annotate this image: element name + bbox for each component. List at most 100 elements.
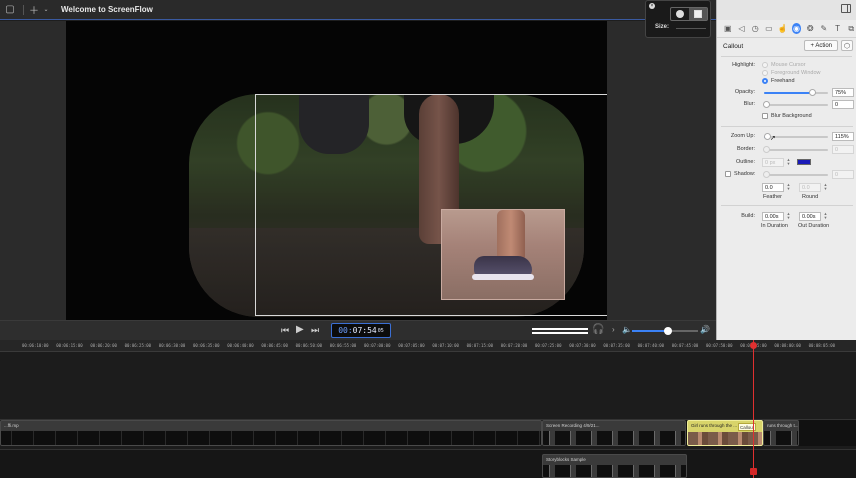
media-library-tab-icon[interactable]: ⧉	[846, 23, 856, 34]
volume-low-icon: 🔈	[622, 325, 632, 334]
touch-callout-tab-icon[interactable]: ☝	[778, 23, 788, 34]
panel-top-bar	[717, 0, 856, 20]
feather-field[interactable]: 0.0	[762, 183, 784, 192]
ruler-tick: 00:07:50:00	[706, 343, 733, 348]
chevron-down-icon[interactable]: ⌄	[39, 3, 53, 17]
timeline-ruler[interactable]: 00:06:10:00 00:06:15:00 00:06:20:00 00:06:2…	[0, 340, 856, 352]
highlight-mouse-cursor-option[interactable]: Mouse Cursor	[762, 62, 806, 68]
freehand-callout-highlight[interactable]	[441, 209, 565, 300]
timecode-display[interactable]: 00: 07:54 05	[331, 323, 391, 338]
close-icon[interactable]: ×	[649, 3, 655, 9]
playhead-foot[interactable]	[750, 468, 757, 475]
radio-icon	[762, 70, 768, 76]
ruler-tick: 00:06:25:00	[124, 343, 152, 348]
canvas-area[interactable]	[0, 21, 716, 320]
video-motion-tab-icon[interactable]: ◷	[750, 23, 760, 34]
sidebar-toggle-icon[interactable]: ▢	[3, 3, 17, 17]
ruler-tick: 00:08:00:00	[774, 343, 801, 348]
outline-field[interactable]: 0 px	[762, 158, 784, 167]
audio-properties-tab-icon[interactable]: ◁	[737, 23, 747, 34]
blur-slider[interactable]	[763, 101, 828, 108]
rewind-icon[interactable]: ⏮	[281, 325, 289, 336]
border-field[interactable]: 0	[832, 145, 854, 154]
round-field[interactable]: 0.0	[799, 183, 821, 192]
square-icon	[694, 10, 702, 18]
out-duration-field[interactable]: 0.00s	[799, 212, 821, 221]
size-slider[interactable]	[676, 28, 706, 29]
title-bar: ▢ ＋ ⌄ Welcome to ScreenFlow	[0, 0, 716, 20]
chevron-right-icon[interactable]: ›	[612, 325, 615, 334]
text-tab-icon[interactable]: T	[833, 23, 843, 34]
screenflow-window: ▢ ＋ ⌄ Welcome to ScreenFlow × Size: ▣ ◁ …	[0, 0, 856, 478]
highlight-row-3: Freehand	[717, 77, 856, 87]
shadow-checkbox[interactable]: Shadow:	[725, 171, 755, 177]
round-stepper[interactable]: ▲ ▼	[823, 183, 828, 192]
video-preview[interactable]	[66, 21, 607, 320]
opacity-row: Opacity: 75%	[717, 88, 856, 98]
blur-background-checkbox[interactable]: Blur Background	[762, 113, 812, 119]
out-duration-stepper[interactable]: ▲ ▼	[823, 212, 828, 221]
fast-forward-icon[interactable]: ⏭	[311, 325, 319, 336]
callout-tab-icon[interactable]: ◉	[791, 23, 802, 34]
ruler-tick: 00:07:45:00	[671, 343, 699, 348]
transport-bar: ⏮ ▶ ⏭ 00: 07:54 05 🎧 › 🔈 🔊	[0, 320, 716, 340]
ruler-tick: 00:06:50:00	[295, 343, 323, 348]
outline-color-well[interactable]	[797, 159, 811, 165]
screen-recording-tab-icon[interactable]: ▭	[764, 23, 774, 34]
headphones-icon[interactable]: 🎧	[592, 324, 604, 335]
volume-slider[interactable]	[632, 327, 698, 335]
ruler-tick: 00:07:25:00	[535, 343, 562, 348]
shape-segmented-control[interactable]	[670, 7, 708, 21]
radio-icon	[762, 62, 768, 68]
round-label: Round	[802, 194, 819, 200]
annotations-tab-icon[interactable]: ✎	[819, 23, 829, 34]
size-popover[interactable]: × Size:	[645, 0, 711, 38]
audio-level-meter	[532, 328, 588, 334]
square-shape-option[interactable]	[689, 8, 707, 20]
shadow-field[interactable]: 0	[832, 170, 854, 179]
feather-stepper[interactable]: ▲ ▼	[786, 183, 791, 192]
track-2[interactable]: Storyblocks Sample	[0, 449, 856, 478]
shadow-slider[interactable]	[763, 171, 828, 178]
filters-tab-icon[interactable]: ❂	[805, 23, 815, 34]
play-icon[interactable]: ▶	[296, 324, 304, 335]
cube-icon[interactable]: ⬡	[841, 40, 853, 51]
border-slider[interactable]	[763, 146, 828, 153]
checkbox-icon	[762, 113, 768, 119]
ruler-tick: 00:06:20:00	[90, 343, 117, 348]
in-duration-stepper[interactable]: ▲ ▼	[786, 212, 791, 221]
girl-running-clip-continued[interactable]: runs through t...	[763, 420, 799, 446]
storyblocks-clip[interactable]: Storyblocks Sample	[542, 454, 687, 478]
blur-field[interactable]: 0	[832, 100, 854, 109]
ruler-tick: 00:06:55:00	[329, 343, 357, 348]
circle-shape-option[interactable]	[671, 8, 689, 20]
track-1[interactable]: ...ffi.mp Screen Recording 4/9/21... Gir…	[0, 419, 856, 446]
in-duration-field[interactable]: 0.00s	[762, 212, 784, 221]
blur-row: Blur: 0	[717, 100, 856, 110]
ruler-tick: 00:07:15:00	[466, 343, 494, 348]
left-clip[interactable]: ...ffi.mp	[0, 420, 542, 446]
timeline[interactable]: 00:06:10:00 00:06:15:00 00:06:20:00 00:06:2…	[0, 340, 856, 478]
outline-stepper[interactable]: ▲ ▼	[786, 158, 791, 167]
ruler-tick: 00:06:10:00	[22, 343, 49, 348]
opacity-slider[interactable]	[764, 89, 828, 96]
playhead[interactable]	[753, 340, 754, 478]
ruler-tick: 00:06:15:00	[56, 343, 83, 348]
circle-icon	[676, 10, 684, 18]
toggle-inspector-icon[interactable]	[841, 4, 851, 13]
opacity-field[interactable]: 75%	[832, 88, 854, 97]
highlight-freehand-option[interactable]: Freehand	[762, 78, 795, 84]
screen-recording-clip[interactable]: Screen Recording 4/9/21...	[542, 420, 686, 446]
playhead-handle[interactable]	[750, 342, 757, 349]
ruler-tick: 00:07:10:00	[432, 343, 459, 348]
panel-title: Callout	[723, 42, 744, 50]
shadow-row: Shadow: 0	[717, 170, 856, 180]
volume-high-icon: 🔊	[700, 325, 710, 334]
add-action-button[interactable]: + Action	[804, 40, 838, 51]
zoom-up-field[interactable]: 115%	[832, 132, 854, 141]
video-properties-tab-icon[interactable]: ▣	[723, 23, 733, 34]
highlight-foreground-window-option[interactable]: Foreground Window	[762, 70, 821, 76]
ruler-tick: 00:06:35:00	[193, 343, 220, 348]
inspector-tabs: ▣ ◁ ◷ ▭ ☝ ◉ ❂ ✎ T ⧉	[717, 20, 856, 38]
ruler-tick: 00:06:30:00	[158, 343, 186, 348]
